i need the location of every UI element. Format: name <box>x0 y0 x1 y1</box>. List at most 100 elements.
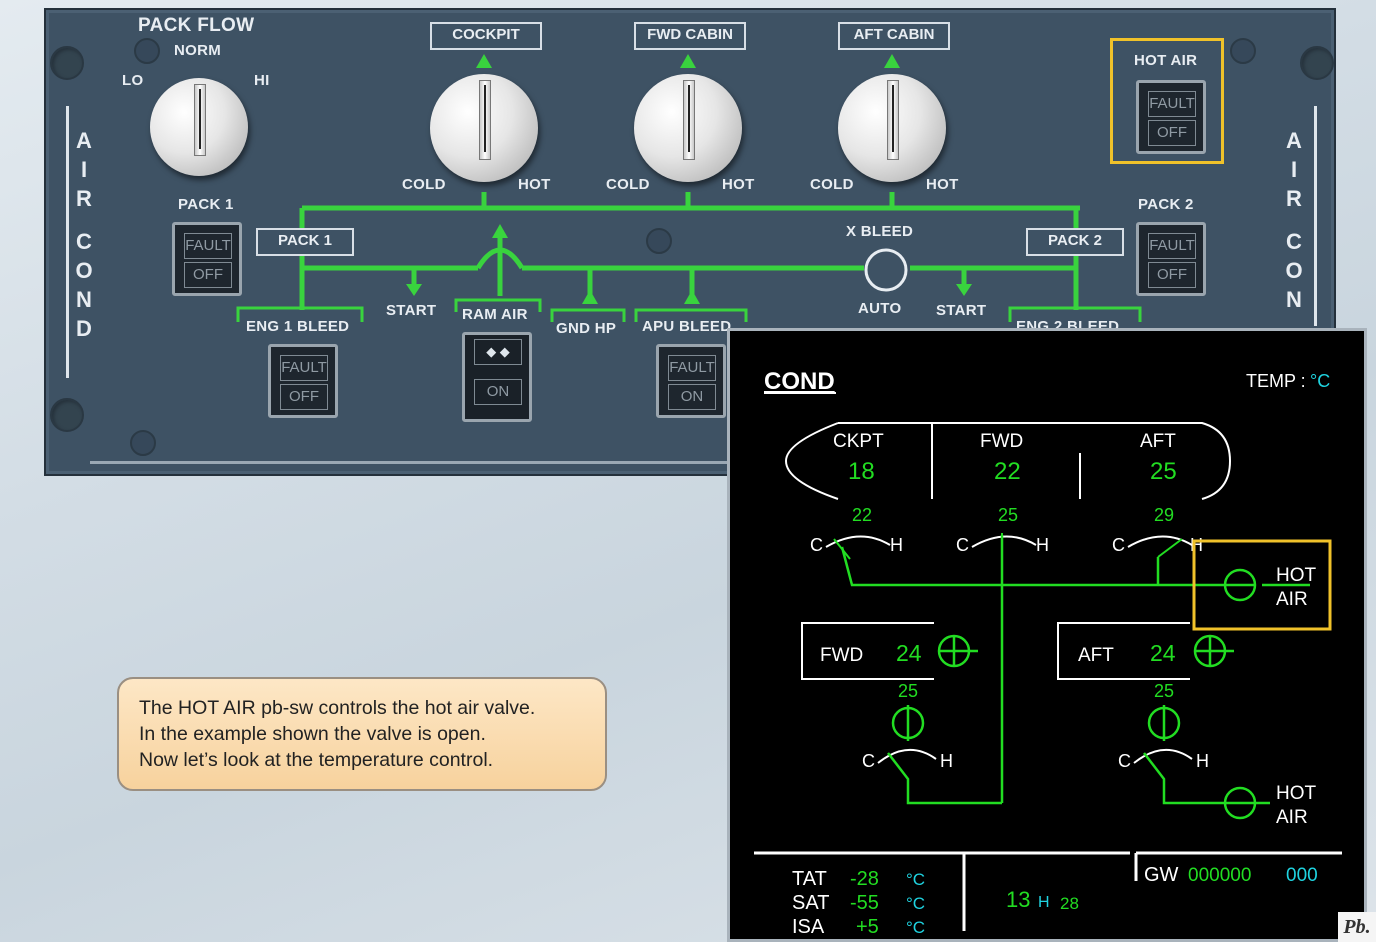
zone-aft-duct: 29 <box>1154 505 1174 525</box>
fwd-cabin-temp-knob[interactable] <box>634 74 742 182</box>
cargo-aft-duct: 25 <box>1154 681 1174 701</box>
sat-unit: °C <box>906 894 925 913</box>
utc-minutes: 28 <box>1060 894 1079 913</box>
isa-unit: °C <box>906 918 925 937</box>
pack-flow-knob[interactable] <box>150 78 248 176</box>
cockpit-hot-label: HOT <box>518 176 551 193</box>
gw-unit: 000 <box>1286 865 1318 886</box>
cargo-fwd-valve-h: H <box>940 751 953 771</box>
ecam-display: COND TEMP : °C CKPT FWD AFT 18 22 25 22 … <box>754 368 1342 938</box>
eng1-bleed-fault-legend: FAULT <box>280 355 328 381</box>
aft-cabin-temp-knob[interactable] <box>838 74 946 182</box>
cargo-aft-temp: 24 <box>1150 640 1176 666</box>
cargo-aft-name: AFT <box>1078 645 1114 666</box>
eng1-bleed-pushbutton[interactable]: FAULT OFF <box>268 344 338 418</box>
fwd-valve-h: H <box>1036 535 1049 555</box>
ckpt-valve-c: C <box>810 535 823 555</box>
zone-ckpt-temp: 18 <box>848 458 875 485</box>
cargo-hot-air-label-1: HOT <box>1276 783 1317 804</box>
brand-logo: Pb. <box>1338 912 1376 942</box>
gw-value: 000000 <box>1188 865 1251 886</box>
xbleed-label: X BLEED <box>846 223 914 240</box>
cockpit-cold-label: COLD <box>402 176 446 193</box>
fwd-cabin-label: FWD CABIN <box>634 22 746 50</box>
cockpit-label: COCKPIT <box>430 22 542 50</box>
xbleed-valve-icon <box>864 248 908 292</box>
sat-label: SAT <box>792 892 829 914</box>
ckpt-valve-h: H <box>890 535 903 555</box>
zone-aft-temp: 25 <box>1150 458 1177 485</box>
aft-cabin-hot-label: HOT <box>926 176 959 193</box>
tat-unit: °C <box>906 870 925 889</box>
ram-air-pushbutton[interactable]: ◆ ◆ ON <box>462 332 532 422</box>
explanation-note: The HOT AIR pb-sw controls the hot air v… <box>117 677 607 791</box>
panel-edge-line <box>90 461 730 464</box>
note-line: The HOT AIR pb-sw controls the hot air v… <box>139 697 536 719</box>
hot-air-highlight <box>1110 38 1224 164</box>
utc-h-sep: H <box>1038 894 1050 911</box>
zone-aft-name: AFT <box>1140 431 1176 452</box>
hot-air-label-1: HOT <box>1276 565 1317 586</box>
tat-value: -28 <box>850 868 879 890</box>
zone-fwd-duct: 25 <box>998 505 1018 525</box>
eng1-bleed-label: ENG 1 BLEED <box>246 318 350 335</box>
zone-ckpt-name: CKPT <box>833 431 884 452</box>
pack1-pushbutton[interactable]: FAULT OFF <box>172 222 242 296</box>
ram-air-guard: ◆ ◆ <box>474 339 522 365</box>
fwd-cabin-cold-label: COLD <box>606 176 650 193</box>
cargo-hot-air-label-2: AIR <box>1276 807 1308 828</box>
pack2-off-legend: OFF <box>1148 262 1196 288</box>
fwd-valve-c: C <box>956 535 969 555</box>
pack-flow-label: PACK FLOW <box>138 15 255 36</box>
isa-label: ISA <box>792 916 825 938</box>
status-area-frame <box>754 851 1342 931</box>
xbleed-auto-label: AUTO <box>858 300 902 317</box>
note-line: In the example shown the valve is open. <box>139 723 486 745</box>
ram-air-label: RAM AIR <box>462 306 528 323</box>
apu-bleed-fault-legend: FAULT <box>668 355 716 381</box>
aft-valve-c: C <box>1112 535 1125 555</box>
cargo-fwd-valve-c: C <box>862 751 875 771</box>
utc-hours: 13 <box>1006 887 1030 912</box>
note-line: Now let’s look at the temperature contro… <box>139 749 494 771</box>
pack2-fault-legend: FAULT <box>1148 233 1196 259</box>
aft-valve-h: H <box>1190 535 1203 555</box>
eng1-bleed-off-legend: OFF <box>280 384 328 410</box>
cockpit-temp-knob[interactable] <box>430 74 538 182</box>
cargo-fwd-name: FWD <box>820 645 863 666</box>
temp-label: TEMP : <box>1246 371 1306 391</box>
zone-fwd-temp: 22 <box>994 458 1021 485</box>
apu-bleed-on-legend: ON <box>668 384 716 410</box>
pack-flow-lo-label: LO <box>122 72 144 89</box>
cargo-fwd-duct: 25 <box>898 681 918 701</box>
start-left-label: START <box>386 302 437 319</box>
ecam-title: COND <box>764 368 835 395</box>
pack1-fault-legend: FAULT <box>184 233 232 259</box>
isa-value: +5 <box>856 916 879 938</box>
zone-fwd-name: FWD <box>980 431 1023 452</box>
pack2-title: PACK 2 <box>1138 196 1194 213</box>
sat-value: -55 <box>850 892 879 914</box>
cargo-isol-valves <box>891 705 1181 741</box>
apu-bleed-label: APU BLEED <box>642 318 732 335</box>
aft-cabin-cold-label: COLD <box>810 176 854 193</box>
trim-valve-gauges <box>825 535 1193 548</box>
gw-label: GW <box>1144 864 1179 886</box>
gnd-hp-label: GND HP <box>556 320 617 337</box>
pack2-pushbutton[interactable]: FAULT OFF <box>1136 222 1206 296</box>
pack1-title: PACK 1 <box>178 196 234 213</box>
ram-air-on-legend: ON <box>474 379 522 405</box>
zone-ckpt-duct: 22 <box>852 505 872 525</box>
start-right-label: START <box>936 302 987 319</box>
cargo-aft-valve-c: C <box>1118 751 1131 771</box>
tat-label: TAT <box>792 868 827 890</box>
pack-flow-norm-label: NORM <box>174 42 222 59</box>
hot-air-label-2: AIR <box>1276 589 1308 610</box>
cargo-trim-gauges <box>877 748 1193 764</box>
pack1-off-legend: OFF <box>184 262 232 288</box>
cargo-fwd-temp: 24 <box>896 640 922 666</box>
pack-flow-hi-label: HI <box>254 72 270 89</box>
apu-bleed-pushbutton[interactable]: FAULT ON <box>656 344 726 418</box>
temp-unit: °C <box>1310 371 1330 391</box>
pack1-box-label: PACK 1 <box>256 228 354 256</box>
